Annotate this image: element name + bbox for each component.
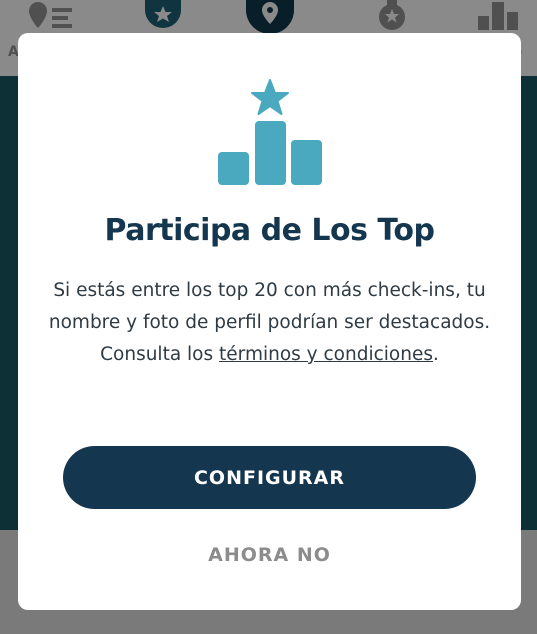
dialog-title: Participa de Los Top bbox=[104, 213, 435, 248]
join-top-dialog: Participa de Los Top Si estás entre los … bbox=[18, 33, 521, 610]
medal-icon bbox=[379, 0, 405, 30]
podium-icon bbox=[478, 2, 518, 30]
description-end: . bbox=[432, 344, 439, 365]
location-pin-icon bbox=[246, 0, 294, 34]
star-badge-icon bbox=[145, 0, 181, 28]
map-pin-list-icon bbox=[29, 2, 72, 28]
not-now-button[interactable]: AHORA NO bbox=[63, 535, 476, 575]
dialog-description: Si estás entre los top 20 con más check-… bbox=[48, 275, 491, 371]
configure-button[interactable]: CONFIGURAR bbox=[63, 446, 476, 509]
terms-link[interactable]: términos y condiciones bbox=[219, 344, 433, 365]
podium-star-icon bbox=[218, 79, 322, 185]
